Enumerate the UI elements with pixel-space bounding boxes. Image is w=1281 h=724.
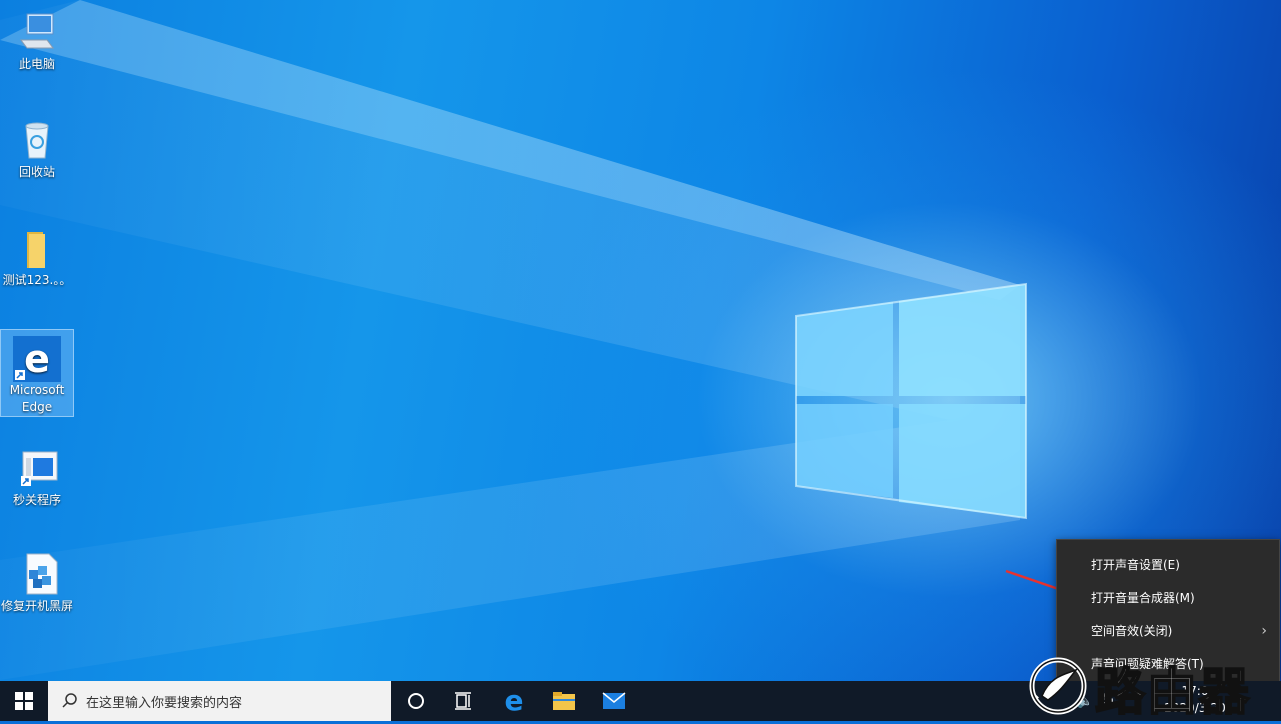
menu-item-label: 打开声音设置(E)	[1091, 558, 1180, 572]
start-button[interactable]	[0, 681, 48, 721]
menu-item-label: 空间音效(关闭)	[1091, 624, 1173, 638]
script-file-icon	[17, 552, 58, 596]
desktop-icon-folder[interactable]: 测试123.。。	[1, 220, 73, 289]
menu-item-open-volume-mixer[interactable]: 打开音量合成器(M)	[1057, 582, 1279, 615]
menu-item-label: 打开音量合成器(M)	[1091, 591, 1195, 605]
mail-icon	[602, 692, 626, 709]
desktop-icon-label: 此电脑	[18, 57, 55, 71]
computer-icon	[17, 10, 57, 54]
desktop-icon-label: Microsoft Edge	[9, 383, 65, 414]
svg-text:e: e	[24, 337, 50, 381]
windows-logo-icon	[15, 692, 33, 710]
menu-item-spatial-sound[interactable]: 空间音效(关闭) ›	[1057, 615, 1279, 648]
cortana-icon	[408, 693, 424, 709]
desktop-icon-label: 回收站	[18, 165, 55, 179]
desktop-icon-script-file[interactable]: 修复开机黑屏	[1, 546, 73, 615]
desktop-icon-edge[interactable]: e Microsoft Edge	[0, 329, 74, 417]
desktop-icon-label: 秒关程序	[12, 493, 61, 507]
desktop-icon-app-shortcut[interactable]: 秒关程序	[1, 440, 73, 509]
search-placeholder: 在这里输入你要搜索的内容	[86, 695, 243, 711]
edge-icon: e	[504, 684, 524, 717]
desktop-icon-recycle-bin[interactable]: 回收站	[1, 112, 73, 181]
taskbar-file-explorer-button[interactable]	[540, 681, 588, 721]
task-view-button[interactable]	[440, 681, 488, 721]
folder-icon	[17, 226, 57, 270]
edge-icon: e	[13, 336, 61, 382]
router-logo-icon	[1029, 657, 1087, 715]
watermark-text: 路由器	[1094, 662, 1251, 722]
search-icon	[62, 693, 77, 708]
menu-item-open-sound-settings[interactable]: 打开声音设置(E)	[1057, 549, 1279, 582]
recycle-bin-icon	[17, 118, 57, 162]
taskbar-edge-button[interactable]: e	[490, 681, 538, 721]
taskbar-mail-button[interactable]	[590, 681, 638, 721]
task-view-icon	[455, 692, 471, 710]
router-watermark: 路由器	[1028, 654, 1268, 722]
search-box[interactable]: 在这里输入你要搜索的内容	[48, 681, 391, 721]
app-shortcut-icon	[17, 446, 58, 490]
desktop-icon-label: 修复开机黑屏	[1, 599, 74, 613]
chevron-right-icon: ›	[1261, 623, 1267, 639]
file-explorer-icon	[553, 692, 575, 710]
desktop-icon-this-pc[interactable]: 此电脑	[1, 4, 73, 73]
cortana-button[interactable]	[392, 681, 440, 721]
desktop-icon-label: 测试123.。。	[2, 273, 72, 287]
